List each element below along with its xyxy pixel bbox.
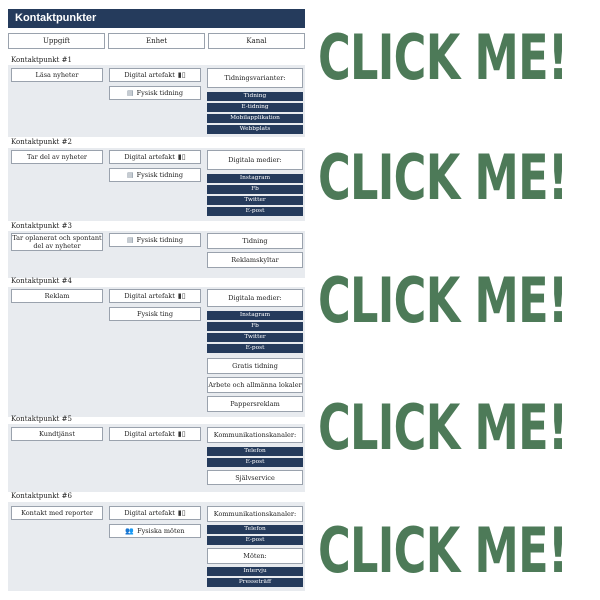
task-box-2[interactable]: Tar del av nyheter	[11, 150, 103, 164]
device-label: Digital artefakt	[124, 71, 175, 79]
channel-box[interactable]: Pappersreklam	[207, 396, 303, 412]
section-label-6: Kontaktpunkt #6	[11, 492, 72, 500]
device-digital-2[interactable]: Digital artefakt ▮▯	[109, 150, 201, 164]
channel-header-2: Digitala medier:	[207, 150, 303, 170]
device-digital-4[interactable]: Digital artefakt ▮▯	[109, 289, 201, 303]
newspaper-icon: ▤	[126, 236, 134, 244]
phone-tablet-icon: ▮▯	[177, 509, 186, 517]
channel-item[interactable]: Telefon	[207, 525, 303, 534]
channel-item[interactable]: Fb	[207, 322, 303, 331]
device-physical-3[interactable]: ▤ Fysisk tidning	[109, 233, 201, 247]
people-icon: 👥	[125, 527, 135, 535]
channel-item[interactable]: E-post	[207, 344, 303, 353]
device-label: Fysisk tidning	[136, 236, 184, 244]
column-header-device: Enhet	[108, 33, 205, 49]
click-me-button[interactable]: CLICK ME!	[318, 22, 568, 94]
section-label-5: Kontaktpunkt #5	[11, 415, 72, 423]
channel-item[interactable]: E-tidning	[207, 103, 303, 112]
channel-item[interactable]: Tidning	[207, 92, 303, 101]
channel-item[interactable]: Intervju	[207, 567, 303, 576]
column-header-task: Uppgift	[8, 33, 105, 49]
touchpoints-panel: Kontaktpunkter Uppgift Enhet Kanal Konta…	[8, 9, 305, 591]
click-me-button[interactable]: CLICK ME!	[318, 515, 568, 587]
device-digital-1[interactable]: Digital artefakt ▮▯	[109, 68, 201, 82]
channel-item[interactable]: Telefon	[207, 447, 303, 456]
channel-item[interactable]: Webbplats	[207, 125, 303, 134]
phone-tablet-icon: ▮▯	[177, 430, 186, 438]
channel-item[interactable]: E-post	[207, 536, 303, 545]
channel-header-6: Kommunikationskanaler:	[207, 506, 303, 522]
device-label: Digital artefakt	[124, 430, 175, 438]
device-physical-4[interactable]: Fysisk ting	[109, 307, 201, 321]
channel-header-4: Digitala medier:	[207, 289, 303, 307]
task-box-4[interactable]: Reklam	[11, 289, 103, 303]
channel-item[interactable]: Mobilapplikation	[207, 114, 303, 123]
channel-header-1: Tidningsvarianter:	[207, 68, 303, 88]
channel-item[interactable]: Twitter	[207, 196, 303, 205]
channel-item[interactable]: Twitter	[207, 333, 303, 342]
phone-tablet-icon: ▮▯	[177, 71, 186, 79]
channel-item[interactable]: Instagram	[207, 311, 303, 320]
device-physical-1[interactable]: ▤ Fysisk tidning	[109, 86, 201, 100]
channel-item[interactable]: Fb	[207, 185, 303, 194]
task-box-5[interactable]: Kundtjänst	[11, 427, 103, 441]
channel-header-6b: Möten:	[207, 548, 303, 564]
click-me-button[interactable]: CLICK ME!	[318, 265, 568, 337]
section-label-4: Kontaktpunkt #4	[11, 277, 72, 285]
channel-box[interactable]: Arbete och allmänna lokaler	[207, 377, 303, 393]
section-label-1: Kontaktpunkt #1	[11, 56, 72, 64]
channel-box[interactable]: Självservice	[207, 470, 303, 485]
device-digital-5[interactable]: Digital artefakt ▮▯	[109, 427, 201, 441]
panel-title: Kontaktpunkter	[8, 9, 305, 28]
newspaper-icon: ▤	[126, 89, 134, 97]
device-label: Fysisk tidning	[136, 171, 184, 179]
section-label-3: Kontaktpunkt #3	[11, 222, 72, 230]
device-label: Fysiska möten	[137, 527, 185, 535]
channel-item[interactable]: Instagram	[207, 174, 303, 183]
device-label: Digital artefakt	[124, 153, 175, 161]
device-label: Fysisk tidning	[136, 89, 184, 97]
phone-tablet-icon: ▮▯	[177, 292, 186, 300]
device-meeting-6[interactable]: 👥 Fysiska möten	[109, 524, 201, 538]
click-me-button[interactable]: CLICK ME!	[318, 142, 568, 214]
task-box-6[interactable]: Kontakt med reporter	[11, 506, 103, 520]
device-physical-2[interactable]: ▤ Fysisk tidning	[109, 168, 201, 182]
task-box-1[interactable]: Läsa nyheter	[11, 68, 103, 82]
channel-item[interactable]: E-post	[207, 207, 303, 216]
section-label-2: Kontaktpunkt #2	[11, 138, 72, 146]
channel-box[interactable]: Reklamskyltar	[207, 252, 303, 268]
task-box-3[interactable]: Tar oplanerat och spontant del av nyhete…	[11, 233, 103, 251]
channel-box[interactable]: Gratis tidning	[207, 358, 303, 374]
click-me-button[interactable]: CLICK ME!	[318, 392, 568, 464]
channel-item[interactable]: E-post	[207, 458, 303, 467]
channel-box[interactable]: Tidning	[207, 233, 303, 249]
device-digital-6[interactable]: Digital artefakt ▮▯	[109, 506, 201, 520]
channel-item[interactable]: Presseträff	[207, 578, 303, 587]
phone-tablet-icon: ▮▯	[177, 153, 186, 161]
device-label: Digital artefakt	[124, 509, 175, 517]
device-label: Digital artefakt	[124, 292, 175, 300]
newspaper-icon: ▤	[126, 171, 134, 179]
channel-header-5: Kommunikationskanaler:	[207, 427, 303, 443]
column-header-channel: Kanal	[208, 33, 305, 49]
